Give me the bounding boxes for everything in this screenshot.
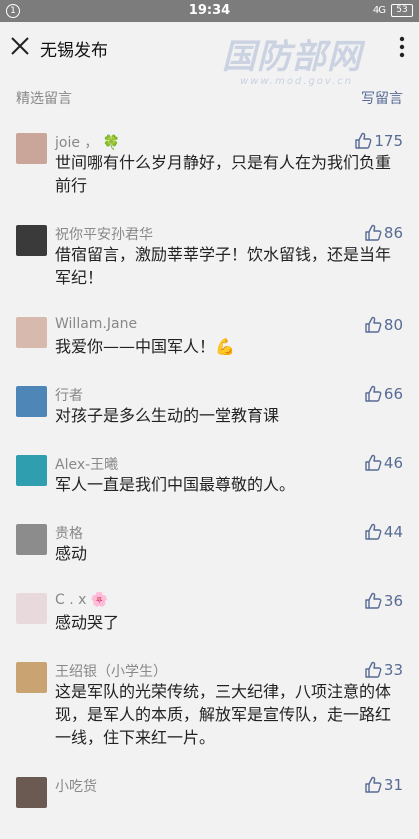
comment-item[interactable]: Willam.Jane 80 我爱你——中国军人！💪 (0, 310, 419, 379)
avatar[interactable] (16, 662, 47, 693)
avatar[interactable] (16, 317, 47, 348)
comment-list: joie ， 🍀 175 世间哪有什么岁月静好，只是有人在为我们负重前行祝你平安孙君… (0, 126, 419, 839)
thumbs-up-icon (365, 592, 382, 609)
like-button[interactable]: 175 (354, 131, 403, 151)
comment-item[interactable]: 贵格 44 感动 (0, 517, 419, 586)
more-icon[interactable] (399, 36, 405, 58)
thumbs-up-icon (365, 385, 382, 402)
comment-item[interactable]: Alex-王曦 46 军人一直是我们中国最尊敬的人。 (0, 448, 419, 517)
thumbs-up-icon (365, 661, 382, 678)
avatar[interactable] (16, 133, 47, 164)
signal-icon: 4G (372, 5, 386, 16)
avatar[interactable] (16, 225, 47, 256)
avatar[interactable] (16, 777, 47, 808)
write-comment-link[interactable]: 写留言 (361, 88, 403, 108)
comment-text: 借宿留言，激励莘莘学子！饮水留钱，还是当年军纪！ (55, 245, 392, 287)
comment-item[interactable]: 小吃货 31 (0, 770, 419, 839)
thumbs-up-icon (365, 523, 382, 540)
thumbs-up-icon (365, 316, 382, 333)
like-count: 66 (383, 385, 403, 403)
thumbs-up-icon (365, 776, 382, 793)
like-count: 86 (383, 224, 403, 242)
comment-item[interactable]: C . x 🌸 36 感动哭了 (0, 586, 419, 655)
like-button[interactable]: 31 (364, 775, 403, 795)
page-title: 无锡发布 (40, 41, 108, 61)
comment-item[interactable]: 行者 66 对孩子是多么生动的一堂教育课 (0, 379, 419, 448)
comment-author: Willam.Jane (55, 316, 138, 332)
close-icon[interactable] (10, 36, 30, 56)
avatar[interactable] (16, 593, 47, 624)
comment-text: 感动 (55, 544, 88, 563)
comment-item[interactable]: 祝你平安孙君华 86 借宿留言，激励莘莘学子！饮水留钱，还是当年军纪！ (0, 218, 419, 310)
comment-text: 军人一直是我们中国最尊敬的人。 (55, 475, 296, 494)
avatar[interactable] (16, 386, 47, 417)
like-button[interactable]: 46 (364, 453, 403, 473)
comment-author: C . x 🌸 (55, 592, 109, 608)
comment-author: 贵格 (55, 526, 83, 542)
avatar[interactable] (16, 524, 47, 555)
thumbs-up-icon (365, 224, 382, 241)
thumbs-up-icon (355, 132, 372, 149)
comment-item[interactable]: joie ， 🍀 175 世间哪有什么岁月静好，只是有人在为我们负重前行 (0, 126, 419, 218)
like-button[interactable]: 33 (364, 660, 403, 680)
like-count: 175 (374, 132, 403, 150)
like-button[interactable]: 80 (364, 315, 403, 335)
like-button[interactable]: 66 (364, 384, 403, 404)
comment-author: 祝你平安孙君华 (55, 227, 153, 243)
section-header: 精选留言 (16, 91, 72, 107)
like-count: 80 (383, 316, 403, 334)
comment-text: 我爱你——中国军人！💪 (55, 337, 235, 356)
status-time: 19:34 (188, 3, 231, 18)
comment-author: 王绍银（小学生） (55, 664, 167, 680)
comment-text: 对孩子是多么生动的一堂教育课 (55, 406, 280, 425)
thumbs-up-icon (365, 454, 382, 471)
like-button[interactable]: 36 (364, 591, 403, 611)
comment-author: 行者 (55, 388, 83, 404)
like-count: 44 (383, 523, 403, 541)
comment-author: 小吃货 (55, 779, 97, 795)
comment-author: Alex-王曦 (55, 457, 119, 473)
comment-item[interactable]: 王绍银（小学生） 33 这是军队的光荣传统，三大纪律，八项注意的体现，是军人的本质… (0, 655, 419, 770)
like-count: 33 (383, 661, 403, 679)
comment-author: joie ， 🍀 (55, 135, 121, 151)
like-count: 46 (383, 454, 403, 472)
like-count: 31 (383, 776, 403, 794)
avatar[interactable] (16, 455, 47, 486)
comment-text: 感动哭了 (55, 613, 120, 632)
like-button[interactable]: 44 (364, 522, 403, 542)
battery-icon: 53 (391, 4, 413, 17)
comment-text: 世间哪有什么岁月静好，只是有人在为我们负重前行 (55, 153, 392, 195)
nav-bar: 无锡发布 (0, 22, 419, 72)
like-button[interactable]: 86 (364, 223, 403, 243)
like-count: 36 (383, 592, 403, 610)
comment-text: 这是军队的光荣传统，三大纪律，八项注意的体现，是军人的本质，解放军是宣传队，走一… (55, 682, 392, 747)
status-bar: 1 19:34 4G 53 (0, 0, 419, 22)
